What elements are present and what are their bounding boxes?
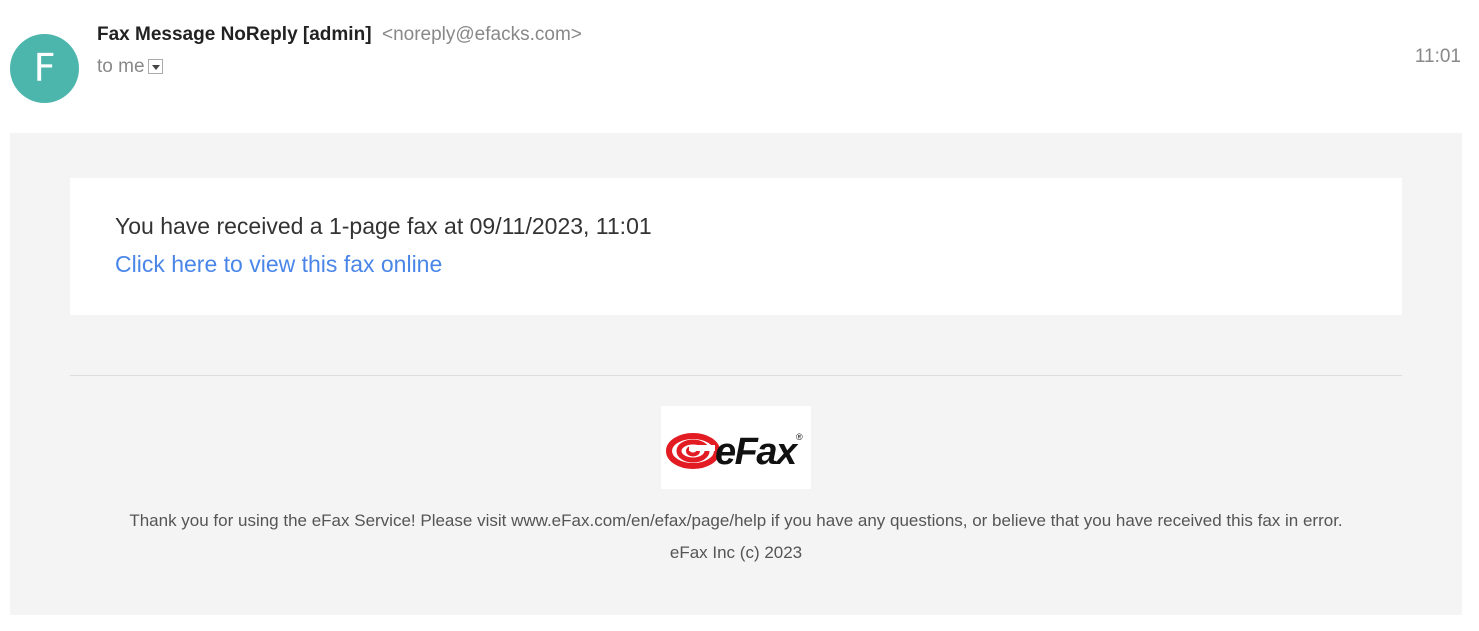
view-fax-link[interactable]: Click here to view this fax online <box>115 251 442 278</box>
divider <box>70 375 1402 376</box>
message-body: You have received a 1-page fax at 09/11/… <box>10 133 1462 615</box>
fax-notification-text: You have received a 1-page fax at 09/11/… <box>115 213 652 239</box>
chevron-down-icon[interactable] <box>147 59 163 74</box>
footer-text: Thank you for using the eFax Service! Pl… <box>129 511 1343 530</box>
copyright-text: eFax Inc (c) 2023 <box>669 543 803 562</box>
sender-line: Fax Message NoReply [admin] <noreply@efa… <box>97 24 582 46</box>
recipient-line: to me <box>97 56 163 78</box>
sender-email[interactable]: <noreply@efacks.com> <box>382 24 582 45</box>
avatar[interactable]: F <box>10 34 79 103</box>
sender-name[interactable]: Fax Message NoReply [admin] <box>97 24 372 45</box>
efax-logo-wordmark: eFax <box>715 431 799 473</box>
email-view: F Fax Message NoReply [admin] <noreply@e… <box>0 0 1479 631</box>
recipient-label: to me <box>97 56 145 77</box>
message-time: 11:01 <box>1414 46 1461 67</box>
registered-mark: ® <box>796 432 803 442</box>
efax-logo: eFax ® <box>661 406 811 489</box>
efax-logo-icon: eFax ® <box>666 431 803 473</box>
message-card: You have received a 1-page fax at 09/11/… <box>70 178 1402 315</box>
